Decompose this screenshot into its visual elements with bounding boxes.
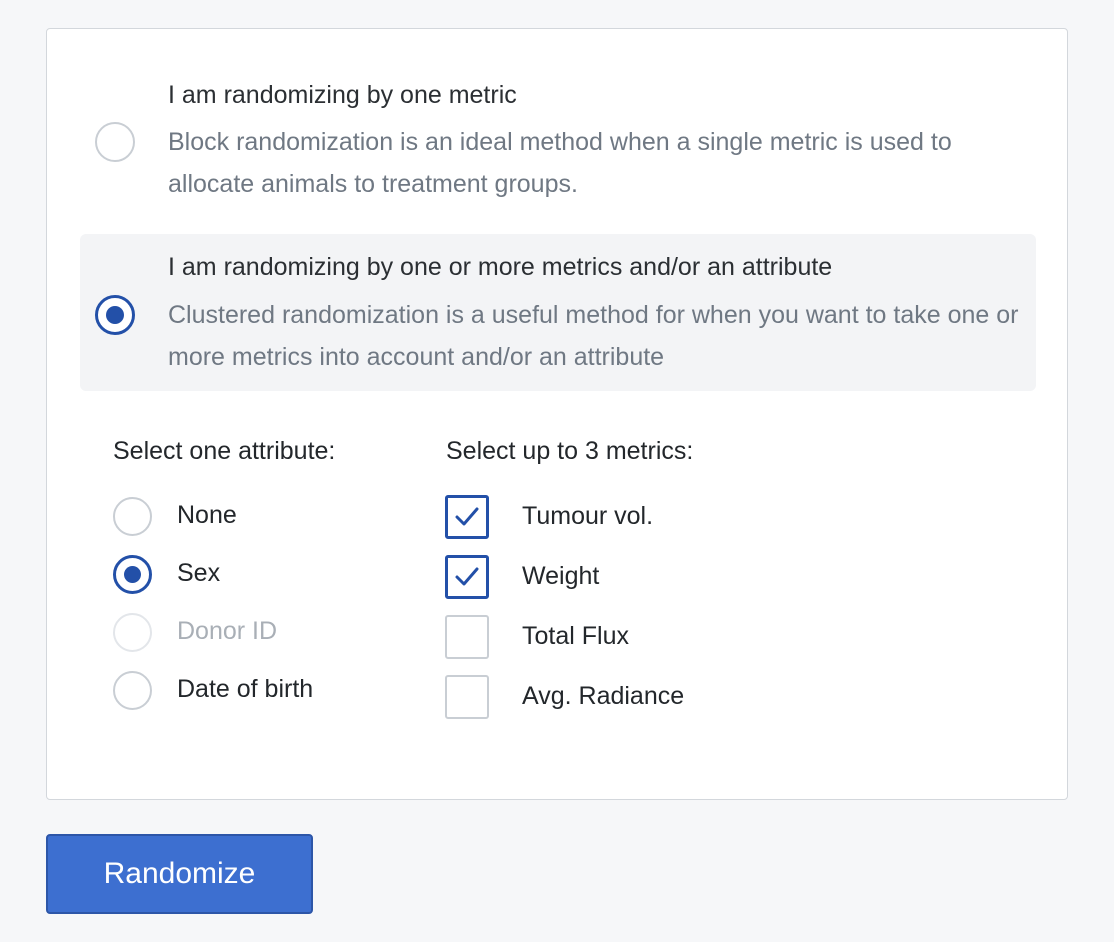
option-multiple-metrics-radio[interactable]	[95, 295, 135, 335]
option-one-metric-radio[interactable]	[95, 122, 135, 162]
attribute-radio-sex[interactable]	[113, 555, 152, 594]
randomize-button[interactable]: Randomize	[46, 834, 313, 914]
metric-checkbox-weight[interactable]	[445, 555, 489, 599]
metrics-section-label: Select up to 3 metrics:	[446, 437, 694, 465]
attribute-radio-date-of-birth[interactable]	[113, 671, 152, 710]
attribute-section-label: Select one attribute:	[113, 437, 336, 465]
attribute-label: Date of birth	[177, 675, 314, 703]
metric-checkbox-avg-radiance[interactable]	[445, 675, 489, 719]
option-description: Clustered randomization is a useful meth…	[168, 301, 1019, 371]
option-title: I am randomizing by one metric	[168, 81, 517, 109]
checkmark-icon	[455, 507, 479, 526]
attribute-label: Donor ID	[177, 617, 278, 645]
metric-checkbox-total-flux[interactable]	[445, 615, 489, 659]
option-multiple-metrics[interactable]: I am randomizing by one or more metrics …	[80, 234, 1036, 391]
attribute-radio-none[interactable]	[113, 497, 152, 536]
metric-label: Total Flux	[522, 622, 629, 650]
metric-label: Weight	[522, 562, 600, 590]
randomization-card: I am randomizing by one metric Block ran…	[46, 28, 1068, 800]
attribute-label: Sex	[177, 559, 221, 587]
option-one-metric[interactable]: I am randomizing by one metric Block ran…	[80, 69, 1036, 219]
metric-label: Avg. Radiance	[522, 682, 685, 710]
attribute-radio-donor-id	[113, 613, 152, 652]
metric-label: Tumour vol.	[522, 502, 654, 530]
metric-checkbox-tumour-vol[interactable]	[445, 495, 489, 539]
attribute-label: None	[177, 501, 237, 529]
option-description: Block randomization is an ideal method w…	[168, 128, 952, 198]
option-title: I am randomizing by one or more metrics …	[168, 253, 833, 281]
checkmark-icon	[455, 567, 479, 586]
